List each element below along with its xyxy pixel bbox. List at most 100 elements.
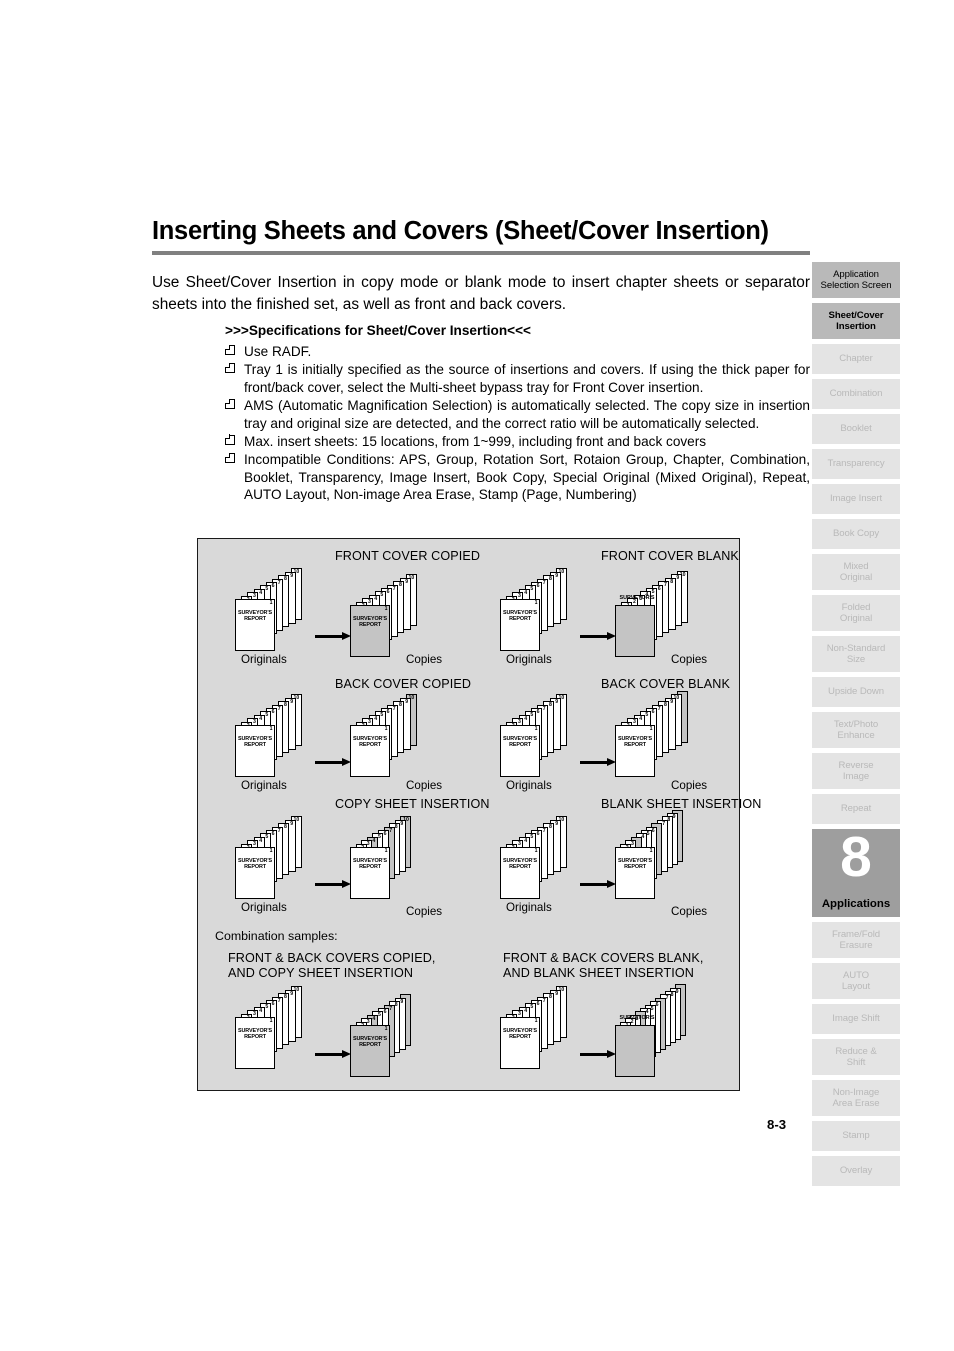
sidebar-item-reduce[interactable]: Reduce & Shift: [812, 1039, 900, 1075]
sheet-number: 5: [378, 834, 381, 841]
sheet-number: 8: [549, 576, 552, 583]
sheet-number: 4: [372, 1015, 376, 1022]
sheet-number: 6: [271, 1001, 275, 1007]
cover-sheet: 1 SURVEYOR'S REPORT: [500, 1017, 540, 1069]
sheet-number: 1: [384, 1026, 388, 1032]
sidebar-item-text-photo[interactable]: Text/Photo Enhance: [812, 712, 900, 748]
sidebar-item-label: Reverse Image: [838, 759, 874, 782]
sheet-number: 7: [277, 827, 281, 834]
sheet-title-text: SURVEYOR'S REPORT: [352, 616, 388, 629]
cover-sheet: 1 SURVEYOR'S REPORT: [615, 847, 655, 899]
sheet-number: 7: [277, 997, 281, 1004]
sheet-number: 6: [536, 1001, 540, 1007]
sheet-number: 1: [384, 848, 388, 854]
sheet-number: 1: [649, 848, 653, 854]
sheet-number: 8: [670, 992, 674, 998]
sidebar-item-application[interactable]: Application Selection Screen: [812, 262, 900, 298]
specification-text: Tray 1 is initially specified as the sou…: [244, 362, 810, 395]
sidebar-item-reverse[interactable]: Reverse Image: [812, 753, 900, 789]
sheet-number: 8: [394, 1002, 398, 1009]
sidebar-items-bottom: Frame/Fold Erasure AUTO Layout Image Shift Re…: [812, 922, 900, 1186]
cover-sheet: 1 SURVEYOR'S REPORT: [235, 847, 275, 899]
sheet-title-text: SURVEYOR'S REPORT: [237, 610, 273, 623]
sheet-number: 8: [394, 824, 398, 831]
sidebar-item-chapter[interactable]: Chapter: [812, 344, 900, 374]
sheet-number: 8: [284, 576, 287, 583]
sheet-title-text: SURVEYOR'S REPORT: [502, 858, 538, 871]
sheet-number: 4: [259, 715, 263, 722]
sidebar-item-label: Chapter: [839, 353, 873, 365]
sheet-number: 4: [372, 837, 376, 844]
sheet-title-text: SURVEYOR'S REPORT: [617, 736, 653, 749]
caption-originals: Originals: [241, 653, 287, 666]
sidebar-item-non-standard[interactable]: Non-Standard Size: [812, 636, 900, 672]
sheet-number: 6: [651, 827, 655, 834]
sidebar-item-label: Mixed Original: [839, 560, 873, 583]
sidebar-item-label: Non-Image Area Erase: [832, 1086, 880, 1109]
page-title-block: Inserting Sheets and Covers (Sheet/Cover…: [152, 218, 810, 255]
sheet-number: 5: [530, 712, 534, 719]
sheet-number: 1: [534, 1018, 538, 1024]
sheet-title-text: SURVEYOR'S REPORT: [237, 858, 273, 871]
sheet-number: 6: [271, 709, 275, 715]
caption-originals: Originals: [506, 779, 552, 792]
sheet-number: 7: [277, 705, 281, 712]
cover-sheet: [615, 1025, 655, 1077]
sheet-number: 1: [534, 848, 538, 854]
sheet-number: 9: [670, 698, 674, 705]
chapter-sidebar: Application Selection Screen Sheet/Cover In…: [812, 262, 900, 1191]
sidebar-item-mixed[interactable]: Mixed Original: [812, 554, 900, 590]
sidebar-item-auto[interactable]: AUTO Layout: [812, 963, 900, 999]
sheet-number: 7: [662, 820, 666, 827]
sidebar-item-upside-down[interactable]: Upside Down: [812, 677, 900, 707]
sidebar-item-label: Folded Original: [839, 601, 873, 624]
sheet-number: 1: [269, 1018, 273, 1024]
specifications-heading: >>>Specifications for Sheet/Cover Insert…: [225, 323, 531, 338]
page-number: 8-3: [767, 1117, 787, 1132]
caption-originals: Originals: [241, 901, 287, 914]
sidebar-item-folded[interactable]: Folded Original: [812, 595, 900, 631]
caption-originals: Originals: [506, 901, 552, 914]
sheet-number: 5: [380, 592, 384, 599]
sidebar-item-label: Booklet: [840, 423, 872, 435]
specification-item: Tray 1 is initially specified as the sou…: [224, 361, 810, 396]
cover-sheet: 1 SURVEYOR'S REPORT: [500, 599, 540, 651]
sheet-number: 7: [392, 705, 396, 712]
sheet-number: 6: [386, 709, 390, 715]
sidebar-item-book-copy[interactable]: Book Copy: [812, 519, 900, 549]
specifications-section: >>>Specifications for Sheet/Cover Insert…: [224, 323, 810, 505]
sheet-number: 5: [265, 1004, 269, 1011]
sidebar-item-sheet-cover[interactable]: Sheet/Cover Insertion: [812, 303, 900, 339]
sheet-title-text: SURVEYOR'S REPORT: [502, 1028, 538, 1041]
sidebar-item-label: Book Copy: [832, 528, 880, 540]
sheet-number: 7: [389, 1005, 393, 1012]
sidebar-item-repeat[interactable]: Repeat: [812, 794, 900, 824]
caption-copies: Copies: [406, 653, 443, 666]
sheet-number: 5: [530, 586, 534, 593]
caption-copies: Copies: [406, 779, 443, 792]
sidebar-item-frame-fold[interactable]: Frame/Fold Erasure: [812, 922, 900, 958]
intro-paragraph: Use Sheet/Cover Insertion in copy mode o…: [152, 274, 810, 314]
sheet-number: 6: [657, 585, 661, 592]
specifications-list: Use RADF. Tray 1 is initially specified a…: [224, 343, 810, 504]
sidebar-item-overlay[interactable]: Overlay: [812, 1156, 900, 1186]
figure-title: FRONT & BACK COVERS BLANK, AND BLANK SHEE…: [503, 951, 704, 980]
sheet-number: 9: [400, 998, 404, 1005]
chapter-marker: 8 Applications: [812, 825, 900, 917]
sidebar-item-label: Reduce & Shift: [835, 1045, 877, 1068]
illustration-panel: FRONT COVER COPIED10987654321SURVEYOR'SR…: [197, 538, 761, 1091]
specification-text: Max. insert sheets: 15 locations, from 1…: [244, 433, 707, 449]
sidebar-item-transparency[interactable]: Transparency: [812, 449, 900, 479]
chapter-number: 8: [840, 825, 872, 889]
sidebar-item-combination[interactable]: Combination: [812, 379, 900, 409]
sheet-number: 4: [259, 837, 263, 844]
sidebar-item-image-insert[interactable]: Image Insert: [812, 484, 900, 514]
sheet-title-text: SURVEYOR'S: [619, 595, 655, 601]
sheet-number: 6: [536, 831, 540, 837]
sheet-number: 9: [400, 820, 404, 827]
sidebar-item-image-shift[interactable]: Image Shift: [812, 1004, 900, 1034]
sheet-number: 1: [384, 606, 388, 612]
sidebar-item-booklet[interactable]: Booklet: [812, 414, 900, 444]
sidebar-item-non-image[interactable]: Non-Image Area Erase: [812, 1080, 900, 1116]
sidebar-item-stamp[interactable]: Stamp: [812, 1121, 900, 1151]
